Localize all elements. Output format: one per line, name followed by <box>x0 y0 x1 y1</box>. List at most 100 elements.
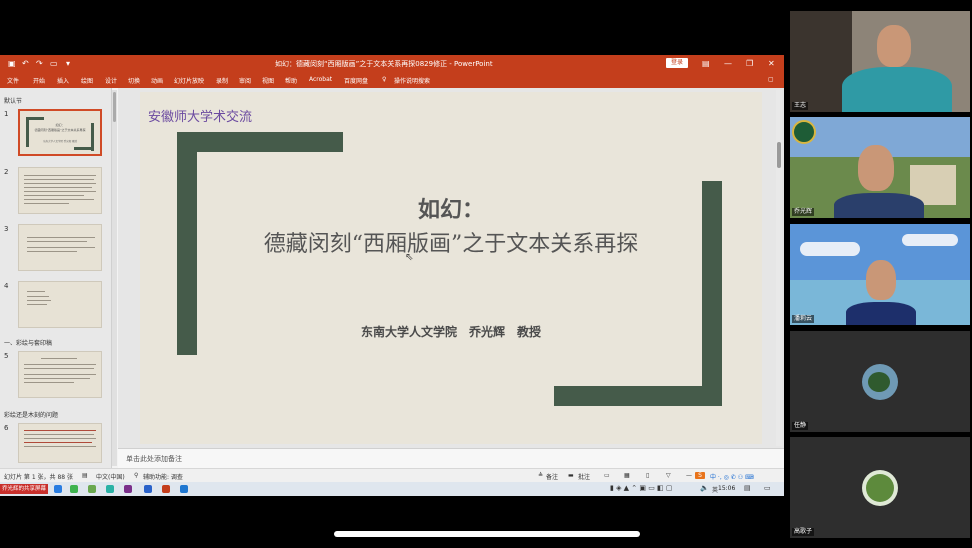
participant-tile[interactable]: 任静 <box>790 331 970 432</box>
tab-insert[interactable]: 插入 <box>57 76 69 85</box>
editor-scrollbar[interactable] <box>776 90 782 446</box>
participant-name: 王志 <box>792 102 809 110</box>
thumb-number: 6 <box>4 424 9 432</box>
tell-me-search[interactable]: 操作说明搜索 <box>394 76 430 85</box>
tab-animations[interactable]: 动画 <box>151 76 163 85</box>
tab-design[interactable]: 设计 <box>105 76 117 85</box>
accessibility-status[interactable]: 辅助功能: 调查 <box>143 472 183 481</box>
participant-body <box>846 302 916 325</box>
tab-transitions[interactable]: 切换 <box>128 76 140 85</box>
ribbon-tabs: 文件 开始 插入 绘图 设计 切换 动画 幻灯片放映 录制 审阅 视图 帮助 A… <box>0 72 784 88</box>
taskbar-app-icon[interactable] <box>180 485 188 493</box>
tab-view[interactable]: 视图 <box>262 76 274 85</box>
zoom-out-icon[interactable]: — <box>686 472 692 479</box>
thumbnail-slide-6[interactable] <box>18 423 102 463</box>
thumb-scrollbar-thumb[interactable] <box>113 92 116 122</box>
slide-counter: 幻灯片 第 1 张，共 88 张 <box>4 474 73 481</box>
language-indicator[interactable]: 中文(中国) <box>96 472 125 481</box>
taskbar-clock[interactable]: 15:06 <box>718 485 735 492</box>
windows-taskbar: 乔光辉的共享屏幕 ▮ ◈ ▲ ⌃ ▣ ▭ ◧ ▢ 🔈 英 15:06 ▤ ▭ <box>0 482 784 496</box>
participant-tile[interactable]: 王志 <box>790 11 970 112</box>
avatar <box>858 145 894 191</box>
thumbnail-slide-1[interactable]: 如幻： 德藏闵刻“西厢版画”之于文本关系再探 东南大学人文学院 乔光辉 教授 <box>18 109 102 156</box>
frame-bottom-bar <box>554 386 722 406</box>
tab-slideshow[interactable]: 幻灯片放映 <box>174 76 204 85</box>
reading-view-icon[interactable]: ▯ <box>646 472 649 479</box>
slideshow-view-icon[interactable]: ▽ <box>666 472 671 479</box>
participant-tile[interactable]: 高歌子 <box>790 437 970 538</box>
slideshow-from-start-icon[interactable]: ▭ <box>50 59 58 68</box>
taskbar-app-icon[interactable] <box>88 485 96 493</box>
taskbar-app-icon[interactable] <box>70 485 78 493</box>
comments-small-icon[interactable]: ▬ <box>568 472 574 479</box>
taskbar-app-icon[interactable] <box>124 485 132 493</box>
ime-toolbar-icons[interactable]: 中 ·, ◎ ✆ ⚇ ⌨ <box>710 472 754 481</box>
thumb-scrollbar[interactable] <box>112 90 117 466</box>
section-default[interactable]: 默认节 <box>4 96 22 105</box>
show-desktop-icon[interactable]: ▭ <box>764 484 771 492</box>
thumb-number: 3 <box>4 225 9 233</box>
volume-icon[interactable]: 🔈 <box>700 484 709 492</box>
tab-acrobat[interactable]: Acrobat <box>309 76 332 83</box>
notes-pane[interactable]: 单击此处添加备注 <box>118 448 784 468</box>
thumbnail-slide-4[interactable] <box>18 281 102 328</box>
participant-tile[interactable]: 乔光辉 <box>790 117 970 218</box>
screen-share-indicator[interactable]: 乔光辉的共享屏幕 <box>0 484 49 494</box>
thumb-number: 4 <box>4 282 9 290</box>
participant-name: 乔光辉 <box>792 208 815 216</box>
participant-body <box>842 67 952 112</box>
sogou-ime-icon[interactable]: S <box>695 472 705 479</box>
minimize-icon[interactable]: — <box>724 59 732 68</box>
notes-icon[interactable]: ≜ <box>538 472 543 479</box>
save-icon[interactable]: ▣ <box>8 59 16 68</box>
avatar <box>877 25 911 67</box>
tray-icons[interactable]: ▮ ◈ ▲ ⌃ ▣ ▭ ◧ ▢ <box>610 484 673 492</box>
thumb-author: 东南大学人文学院 乔光辉 教授 <box>42 140 78 143</box>
notes-placeholder[interactable]: 单击此处添加备注 <box>126 454 182 464</box>
slide-title-line1: 如幻： <box>417 197 484 223</box>
slide-thumbnail-pane: 默认节 1 如幻： 德藏闵刻“西厢版画”之于文本关系再探 东南大学人文学院 乔光… <box>0 88 117 468</box>
notes-button[interactable]: 备注 <box>546 472 558 481</box>
tab-home[interactable]: 开始 <box>33 76 45 85</box>
mouse-cursor-icon: ⇖ <box>405 252 414 263</box>
normal-view-icon[interactable]: ▭ <box>604 472 610 479</box>
taskbar-app-icon[interactable] <box>54 485 62 493</box>
tab-baidu-netdisk[interactable]: 百度网盘 <box>344 76 368 85</box>
customize-qat-icon[interactable]: ▾ <box>66 59 70 68</box>
undo-icon[interactable]: ↶ <box>22 59 29 68</box>
section-2[interactable]: 彩绘还是木刻的问题 <box>4 410 58 419</box>
slide-sorter-icon[interactable]: ▦ <box>624 472 630 479</box>
thumbnail-slide-3[interactable] <box>18 224 102 271</box>
tab-help[interactable]: 帮助 <box>285 76 297 85</box>
spellcheck-icon[interactable]: ▤ <box>82 472 88 479</box>
thumb-number: 1 <box>4 110 9 118</box>
accessibility-icon[interactable]: ⚲ <box>134 472 138 479</box>
close-icon[interactable]: ✕ <box>768 59 775 68</box>
tab-draw[interactable]: 绘图 <box>81 76 93 85</box>
avatar <box>866 260 896 300</box>
redo-icon[interactable]: ↷ <box>36 59 43 68</box>
taskbar-app-icon[interactable] <box>106 485 114 493</box>
section-1[interactable]: 一、彩绘与套印稿 <box>4 338 52 347</box>
title-bar: ▣ ↶ ↷ ▭ ▾ 如幻：德藏闵刻“西厢版画”之于文本关系再探0829修正 - … <box>0 55 784 72</box>
notification-icon[interactable]: ▤ <box>744 484 751 492</box>
tab-file[interactable]: 文件 <box>7 76 19 85</box>
participant-tile[interactable]: 潘莉云 <box>790 224 970 325</box>
tab-review[interactable]: 审阅 <box>239 76 251 85</box>
tab-record[interactable]: 录制 <box>216 76 228 85</box>
taskbar-app-icon[interactable] <box>144 485 152 493</box>
frame-top-bar <box>177 132 343 152</box>
login-button[interactable]: 登录 <box>666 58 688 68</box>
thumb-subtitle: 德藏闵刻“西厢版画”之于文本关系再探 <box>34 128 86 132</box>
home-indicator[interactable] <box>334 531 640 537</box>
thumbnail-slide-5[interactable] <box>18 351 102 398</box>
comments-icon[interactable]: ▢ <box>768 76 774 83</box>
editor-scrollbar-thumb[interactable] <box>777 142 781 168</box>
comments-button[interactable]: 批注 <box>578 472 590 481</box>
current-slide[interactable]: 安徽师大学术交流 如幻： 德藏闵刻“西厢版画”之于文本关系再探 ⇖ 东南大学人文… <box>140 92 762 444</box>
maximize-icon[interactable]: ❐ <box>746 59 753 68</box>
taskbar-powerpoint-icon[interactable] <box>162 485 170 493</box>
thumb-number: 2 <box>4 168 9 176</box>
ribbon-display-icon[interactable]: ▤ <box>702 59 710 68</box>
thumbnail-slide-2[interactable] <box>18 167 102 214</box>
